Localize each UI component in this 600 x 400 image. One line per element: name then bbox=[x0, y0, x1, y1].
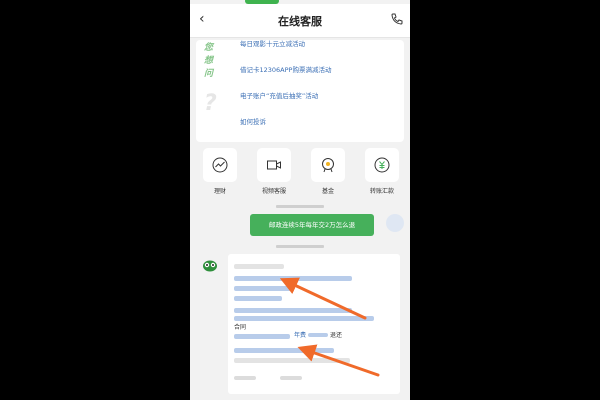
annotation-arrows bbox=[279, 277, 380, 377]
arrow-annotation bbox=[297, 344, 380, 377]
arrow-annotation bbox=[279, 277, 367, 320]
phone-screen: ‹ 在线客服 您 想 问 ? 每日观影十元立减活动 借记卡12306APP购票满… bbox=[190, 0, 410, 400]
